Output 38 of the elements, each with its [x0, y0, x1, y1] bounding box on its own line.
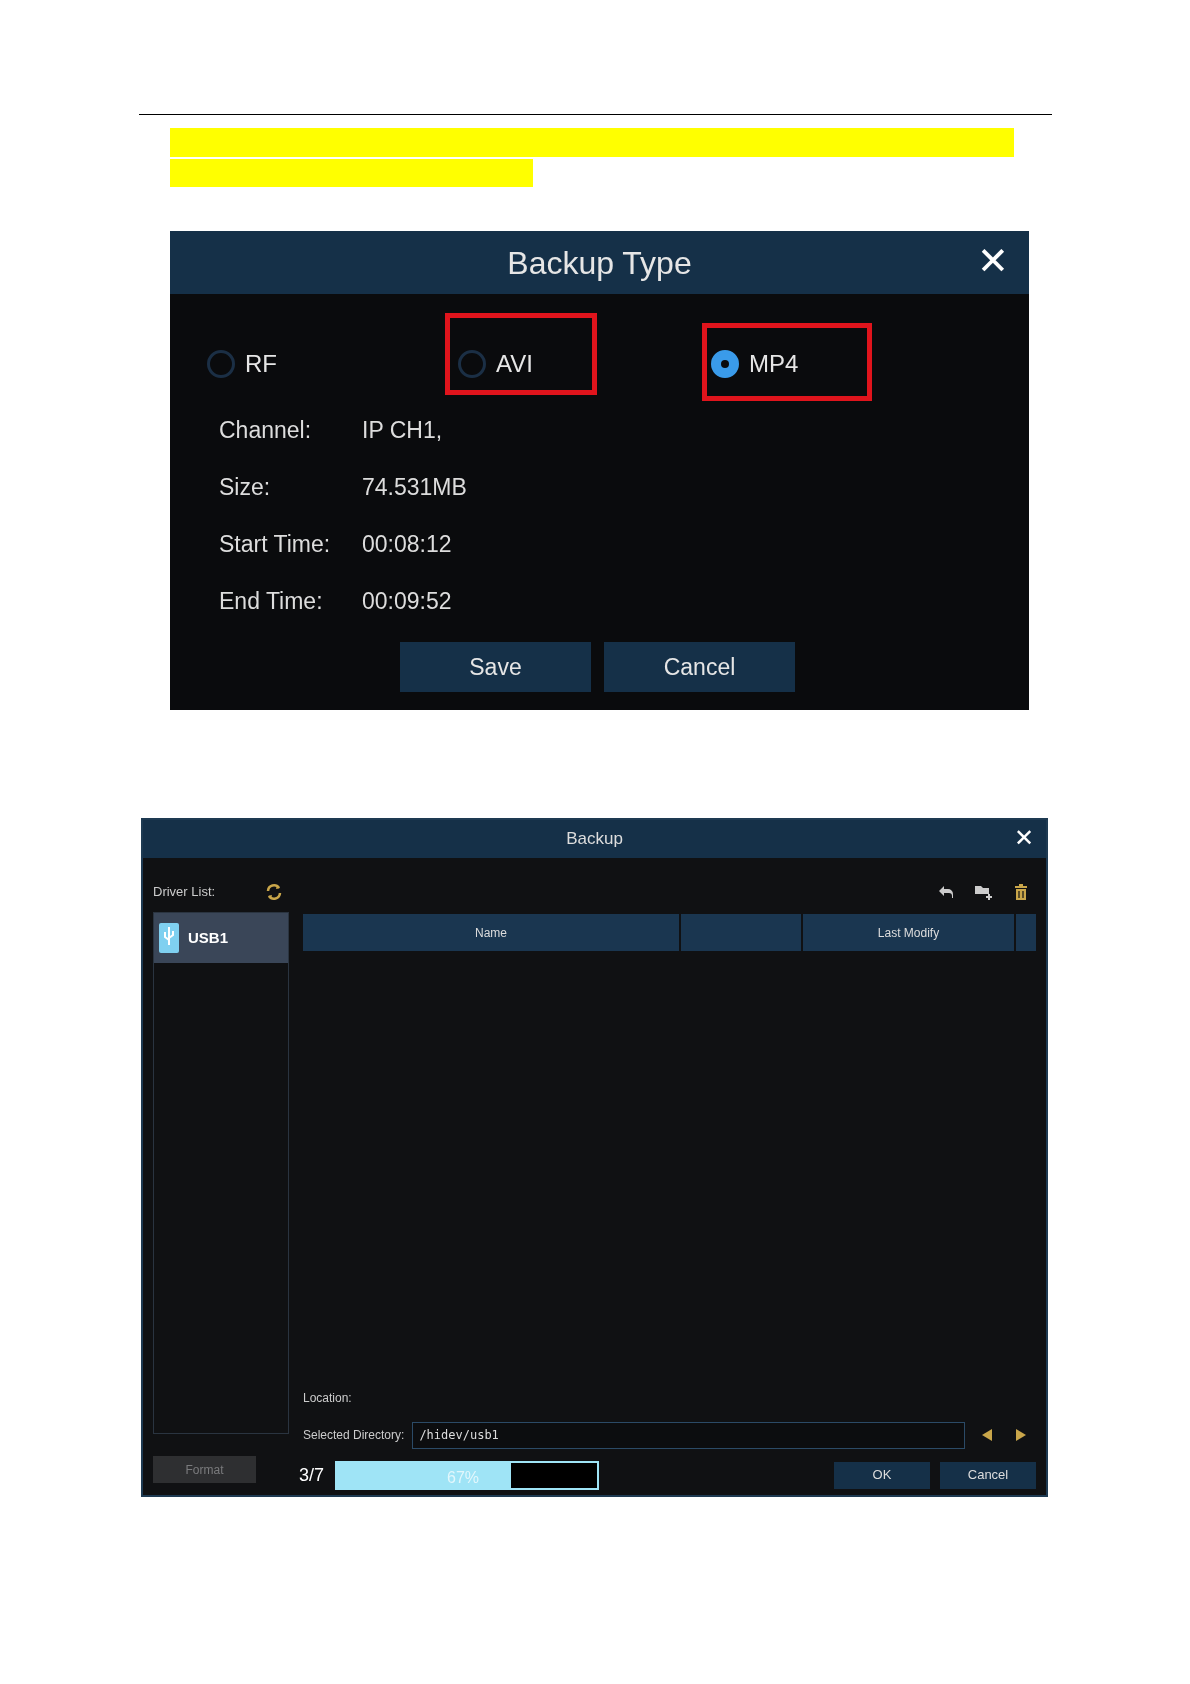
progress-percent: 67%	[447, 1467, 480, 1488]
dialog-title: Backup	[566, 828, 623, 851]
radio-button[interactable]	[458, 350, 486, 378]
driver-list-label: Driver List:	[153, 883, 216, 902]
option-label[interactable]: MP4	[749, 346, 799, 382]
usb-drive-icon	[158, 922, 180, 954]
close-button[interactable]: ✕	[1014, 822, 1034, 854]
right-arrow-icon[interactable]	[1015, 1428, 1028, 1442]
column-header[interactable]: Name	[303, 914, 679, 951]
option-label[interactable]: RF	[245, 346, 277, 382]
field-label: Channel:	[219, 415, 313, 445]
drive-item[interactable]: USB1	[154, 913, 288, 963]
dialog-button[interactable]: Cancel	[940, 1461, 1036, 1489]
field-value: 74.531MB	[362, 472, 467, 502]
dialog-title: Backup Type	[507, 243, 692, 283]
field-value: 00:08:12	[362, 529, 452, 559]
dialog-button[interactable]: Cancel	[604, 642, 795, 692]
progress-count: 3/7	[299, 1463, 326, 1487]
field-label: End Time:	[219, 586, 324, 616]
left-arrow-icon[interactable]	[981, 1428, 994, 1442]
back-arrow-icon[interactable]	[938, 885, 954, 899]
dialog-button[interactable]: Save	[400, 642, 591, 692]
close-button[interactable]: ✕	[977, 239, 1009, 283]
directory-field[interactable]: /hidev/usb1	[412, 1421, 966, 1449]
field-value: 00:09:52	[362, 586, 452, 616]
column-header[interactable]: Last Modify	[803, 914, 1014, 951]
radio-button[interactable]	[711, 350, 739, 378]
option-label[interactable]: AVI	[496, 346, 533, 382]
location-label: Location:	[303, 1390, 353, 1407]
refresh-icon[interactable]	[265, 883, 283, 901]
field-label: Size:	[219, 472, 272, 502]
selected-directory-label: Selected Directory:	[303, 1427, 405, 1444]
field-label: Start Time:	[219, 529, 332, 559]
field-value: IP CH1,	[362, 415, 443, 445]
trash-icon[interactable]	[1014, 884, 1028, 900]
new-folder-icon[interactable]	[974, 883, 994, 901]
dialog-button[interactable]: OK	[834, 1461, 930, 1489]
radio-button[interactable]	[207, 350, 235, 378]
